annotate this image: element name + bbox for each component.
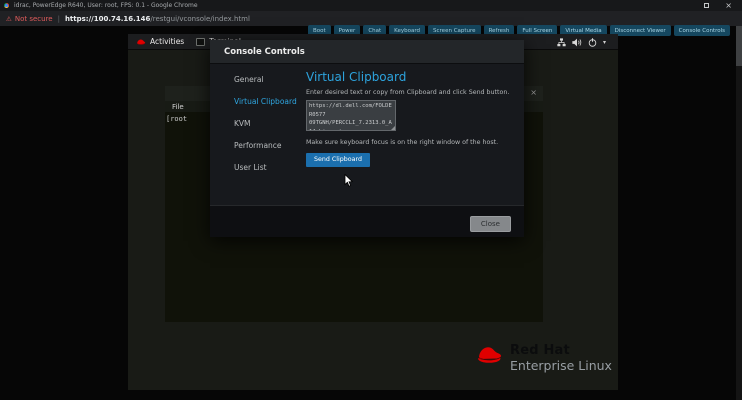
- system-status-area[interactable]: ▾: [557, 34, 606, 50]
- send-clipboard-button[interactable]: Send Clipboard: [306, 153, 370, 167]
- url-separator: |: [58, 15, 60, 23]
- chevron-down-icon: ▾: [603, 39, 606, 46]
- toolbar-button[interactable]: Disconnect Viewer: [610, 25, 671, 36]
- logo-text-enterprise-linux: Enterprise Linux: [510, 358, 612, 373]
- dialog-nav-item[interactable]: Performance: [234, 141, 297, 150]
- terminal-menu-file[interactable]: File: [172, 103, 184, 111]
- dialog-title: Console Controls: [224, 47, 305, 57]
- not-secure-warning-icon[interactable]: ⚠: [6, 15, 12, 23]
- not-secure-label: Not secure: [15, 15, 53, 23]
- terminal-app-icon[interactable]: [196, 38, 205, 46]
- clipboard-textarea[interactable]: https://dl.dell.com/FOLDER0577 09TGNH/PE…: [306, 100, 396, 131]
- console-controls-dialog: Console Controls General Virtual Clipboa…: [210, 40, 524, 237]
- scrollbar-thumb[interactable]: [736, 26, 742, 66]
- dialog-header[interactable]: Console Controls: [210, 40, 524, 64]
- page-scrollbar[interactable]: [736, 26, 742, 400]
- chrome-icon: [4, 3, 9, 8]
- textarea-resize-grip[interactable]: [391, 126, 395, 130]
- activities-button[interactable]: Activities: [150, 37, 184, 46]
- terminal-close-icon[interactable]: ×: [530, 88, 537, 97]
- dialog-nav-item[interactable]: General: [234, 75, 297, 84]
- url-host: https://100.74.16.146: [65, 15, 150, 23]
- dialog-body: General Virtual Clipboard KVM Performanc…: [210, 64, 524, 205]
- dialog-nav-item[interactable]: KVM: [234, 119, 297, 128]
- close-dialog-button[interactable]: Close: [470, 216, 511, 232]
- virtual-clipboard-panel: Virtual Clipboard Enter desired text or …: [306, 70, 516, 167]
- power-icon: [588, 38, 597, 47]
- keyboard-focus-note: Make sure keyboard focus is on the right…: [306, 139, 516, 146]
- volume-icon: [572, 38, 582, 47]
- dialog-nav: General Virtual Clipboard KVM Performanc…: [234, 75, 297, 185]
- redhat-fedora-icon: [473, 344, 503, 366]
- logo-text-redhat: Red Hat: [510, 344, 612, 358]
- url-path: /restgui/vconsole/index.html: [150, 15, 250, 23]
- browser-titlebar: idrac, PowerEdge R640, User: root, FPS: …: [0, 0, 742, 11]
- clipboard-instruction: Enter desired text or copy from Clipboar…: [306, 89, 516, 96]
- window-title: idrac, PowerEdge R640, User: root, FPS: …: [14, 2, 198, 9]
- dialog-nav-item[interactable]: Virtual Clipboard: [234, 97, 297, 106]
- url-bar[interactable]: ⚠ Not secure | https://100.74.16.146 /re…: [0, 11, 742, 26]
- panel-heading: Virtual Clipboard: [306, 70, 516, 84]
- dialog-footer: Close: [210, 205, 524, 237]
- dialog-nav-item[interactable]: User List: [234, 163, 297, 172]
- close-window-icon[interactable]: ×: [725, 2, 732, 10]
- rhel-logo: Red Hat Enterprise Linux: [473, 344, 612, 373]
- mouse-cursor-icon: [344, 174, 353, 187]
- redhat-activities-icon: [136, 38, 146, 46]
- network-icon: [557, 38, 566, 47]
- toolbar-button[interactable]: Console Controls: [674, 25, 730, 36]
- restore-window-icon[interactable]: [704, 3, 709, 8]
